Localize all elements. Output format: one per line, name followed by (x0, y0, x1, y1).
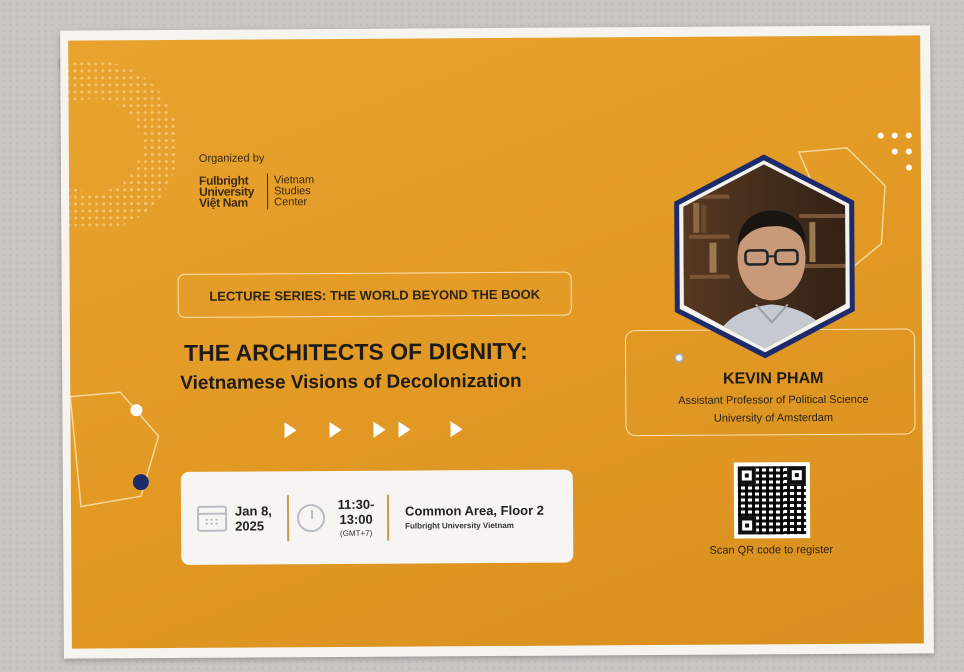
qr-finder (737, 466, 756, 485)
dotted-arc-decoration (68, 59, 180, 231)
speaker-role: Assistant Professor of Political Science (678, 393, 869, 407)
lecture-subtitle: Vietnamese Visions of Decolonization (180, 370, 522, 394)
play-arrow-icon (450, 421, 463, 438)
event-time: 11:30- 13:00 (GMT+7) (333, 497, 379, 538)
organizer-block: Organized by Fulbright University Việt N… (199, 152, 315, 210)
play-arrow-icon (329, 421, 342, 439)
clock-icon (296, 503, 326, 532)
qr-finder (787, 466, 806, 485)
speaker-affiliation: University of Amsterdam (713, 411, 834, 425)
fulbright-logo: Fulbright University Việt Nam (198, 173, 255, 210)
play-arrow-icon (373, 421, 386, 438)
speaker-photo (674, 154, 855, 359)
event-venue: Common Area, Floor 2 Fulbright Universit… (404, 502, 545, 531)
play-arrow-icon (284, 422, 297, 439)
organized-by-label: Organized by (198, 152, 265, 165)
event-details-card: Jan 8, 2025 11:30- 13:00 (GMT+7) Common … (180, 469, 574, 565)
logo-divider (266, 173, 269, 210)
vsc-logo: Vietnam Studies Center (273, 173, 315, 208)
qr-pattern (737, 466, 807, 535)
registration-qr-code (733, 462, 811, 539)
play-arrow-icon (398, 421, 411, 438)
lecture-title: THE ARCHITECTS OF DIGNITY: (183, 337, 528, 366)
poster-paper: Organized by Fulbright University Việt N… (60, 25, 934, 659)
left-hexagon-outline (70, 391, 160, 508)
event-timezone: (GMT+7) (340, 528, 373, 538)
detail-divider (286, 494, 290, 541)
calendar-icon (196, 505, 228, 532)
qr-caption: Scan QR code to register (709, 543, 834, 557)
lecture-series-badge: LECTURE SERIES: THE WORLD BEYOND THE BOO… (177, 271, 572, 318)
speaker-name: KEVIN PHAM (722, 370, 824, 388)
event-poster: Organized by Fulbright University Việt N… (68, 35, 924, 649)
organizer-logos: Fulbright University Việt Nam Vietnam St… (199, 173, 314, 210)
qr-finder (738, 516, 757, 535)
event-date: Jan 8, 2025 (234, 502, 272, 534)
detail-divider (386, 494, 390, 541)
